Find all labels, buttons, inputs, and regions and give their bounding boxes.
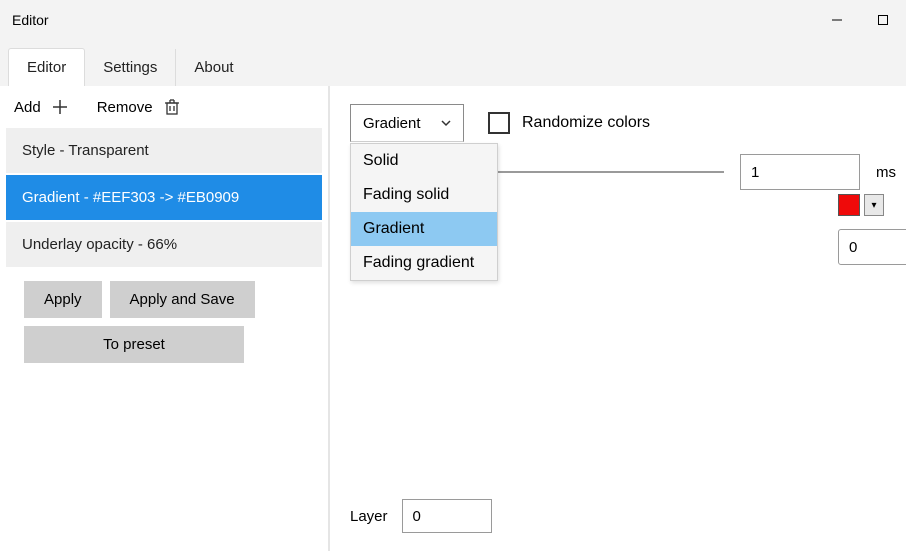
- titlebar: Editor: [0, 0, 906, 40]
- chevron-down-icon: ▾: [871, 200, 876, 211]
- tab-editor[interactable]: Editor: [8, 48, 85, 86]
- tab-about[interactable]: About: [176, 49, 251, 86]
- left-panel: Add Remove Style - Transparent Gradient …: [0, 86, 330, 551]
- left-toolbar: Add Remove: [0, 86, 328, 128]
- apply-button[interactable]: Apply: [24, 281, 102, 318]
- layer-label: Layer: [350, 508, 388, 525]
- list-item[interactable]: Gradient - #EEF303 -> #EB0909: [6, 175, 322, 220]
- add-label: Add: [14, 99, 41, 116]
- type-select[interactable]: Gradient Solid Fading solid Gradient Fad…: [350, 104, 464, 142]
- top-row: Gradient Solid Fading solid Gradient Fad…: [350, 104, 886, 142]
- list-item[interactable]: Underlay opacity - 66%: [6, 222, 322, 267]
- randomize-label: Randomize colors: [522, 114, 650, 132]
- layer-list: Style - Transparent Gradient - #EEF303 -…: [0, 128, 328, 267]
- layer-row: Layer: [350, 499, 492, 533]
- duration-unit: ms: [876, 164, 896, 181]
- tab-settings[interactable]: Settings: [85, 49, 176, 86]
- number-row: [838, 229, 906, 265]
- right-panel: Gradient Solid Fading solid Gradient Fad…: [330, 86, 906, 551]
- color-swatch[interactable]: [838, 194, 860, 216]
- randomize-checkbox[interactable]: [488, 112, 510, 134]
- to-preset-button[interactable]: To preset: [24, 326, 244, 363]
- dropdown-option-solid[interactable]: Solid: [351, 144, 497, 178]
- remove-label: Remove: [97, 99, 153, 116]
- layer-input[interactable]: [402, 499, 492, 533]
- plus-icon: [51, 98, 69, 116]
- remove-button[interactable]: Remove: [97, 98, 181, 116]
- window-title: Editor: [12, 12, 49, 28]
- type-select-value: Gradient: [363, 115, 421, 132]
- minimize-button[interactable]: [814, 0, 860, 40]
- dropdown-option-fading-gradient[interactable]: Fading gradient: [351, 246, 497, 280]
- maximize-button[interactable]: [860, 0, 906, 40]
- trash-icon: [163, 98, 181, 116]
- apply-save-button[interactable]: Apply and Save: [110, 281, 255, 318]
- chevron-down-icon: [439, 116, 453, 130]
- dropdown-option-fading-solid[interactable]: Fading solid: [351, 178, 497, 212]
- duration-input[interactable]: [740, 154, 860, 190]
- dropdown-option-gradient[interactable]: Gradient: [351, 212, 497, 246]
- add-button[interactable]: Add: [14, 98, 69, 116]
- randomize-row: Randomize colors: [488, 112, 650, 134]
- list-item[interactable]: Style - Transparent: [6, 128, 322, 173]
- content: Add Remove Style - Transparent Gradient …: [0, 86, 906, 551]
- tabstrip: Editor Settings About: [0, 40, 906, 86]
- color-dropdown-button[interactable]: ▾: [864, 194, 884, 216]
- number-input[interactable]: [838, 229, 906, 265]
- left-buttons: Apply Apply and Save To preset: [0, 267, 328, 377]
- type-dropdown-menu: Solid Fading solid Gradient Fading gradi…: [350, 143, 498, 281]
- color-row: ▾: [838, 194, 884, 216]
- window-controls: [814, 0, 906, 40]
